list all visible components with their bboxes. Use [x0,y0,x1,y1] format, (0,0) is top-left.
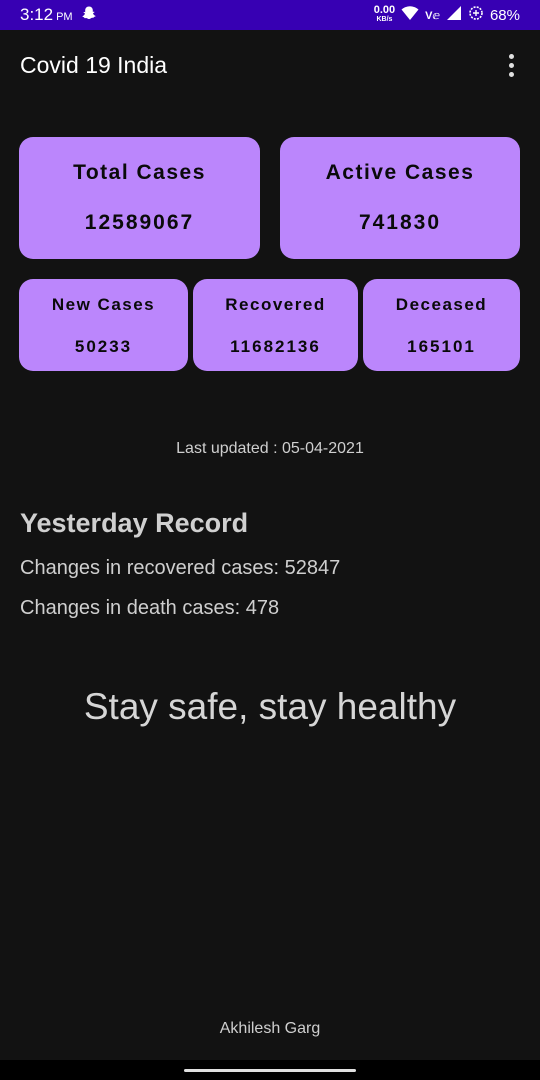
overflow-dot [509,71,514,77]
total-cases-value: 12589067 [84,211,195,234]
death-change-line: Changes in death cases: 478 [20,597,280,619]
new-cases-value: 50233 [74,337,133,356]
overflow-dot [509,53,514,59]
new-cases-card: New Cases 50233 [19,279,188,371]
deceased-card: Deceased 165101 [363,279,520,371]
deceased-value: 165101 [407,337,476,356]
total-cases-label: Total Cases [73,161,206,184]
navigation-bar [0,1060,540,1080]
status-ampm: PM [56,11,73,23]
signal-icon [446,5,462,25]
active-cases-label: Active Cases [325,161,475,184]
recovered-label: Recovered [225,295,326,314]
author-credit: Akhilesh Garg [219,1020,321,1037]
battery-saver-icon [468,5,484,25]
recovered-card: Recovered 11682136 [193,279,358,371]
tagline: Stay safe, stay healthy [83,686,457,727]
yesterday-record-title: Yesterday Record [20,508,249,538]
overflow-menu-icon[interactable] [503,48,520,83]
overflow-dot [509,62,514,68]
last-updated: Last updated : 05-04-2021 [176,440,364,457]
app-bar: Covid 19 India [0,30,540,100]
recovered-change-line: Changes in recovered cases: 52847 [20,557,341,579]
total-cases-card: Total Cases 12589067 [19,137,260,259]
net-speed-unit: KB/s [376,16,393,23]
home-gesture-handle[interactable] [184,1069,356,1072]
deceased-label: Deceased [395,295,488,314]
snapchat-icon [81,5,97,26]
active-cases-value: 741830 [358,211,442,234]
net-speed: 0.00 KB/s [373,4,396,24]
status-time: 3:12 PM [20,5,73,25]
volte-indicator: Vⅇ [425,9,440,22]
app-title: Covid 19 India [20,51,168,78]
wifi-icon [401,5,419,25]
new-cases-label: New Cases [51,295,156,314]
battery-percent: 68% [489,6,520,24]
volte-label: V [425,9,433,22]
status-bar: 3:12 PM 0.00 KB/s Vⅇ 68% [0,0,540,30]
status-right: 0.00 KB/s Vⅇ 68% [374,5,520,25]
net-speed-value: 0.00 [373,4,396,16]
status-left: 3:12 PM [20,5,97,26]
status-time-value: 3:12 [20,5,54,24]
recovered-value: 11682136 [230,337,321,356]
active-cases-card: Active Cases 741830 [280,137,520,259]
